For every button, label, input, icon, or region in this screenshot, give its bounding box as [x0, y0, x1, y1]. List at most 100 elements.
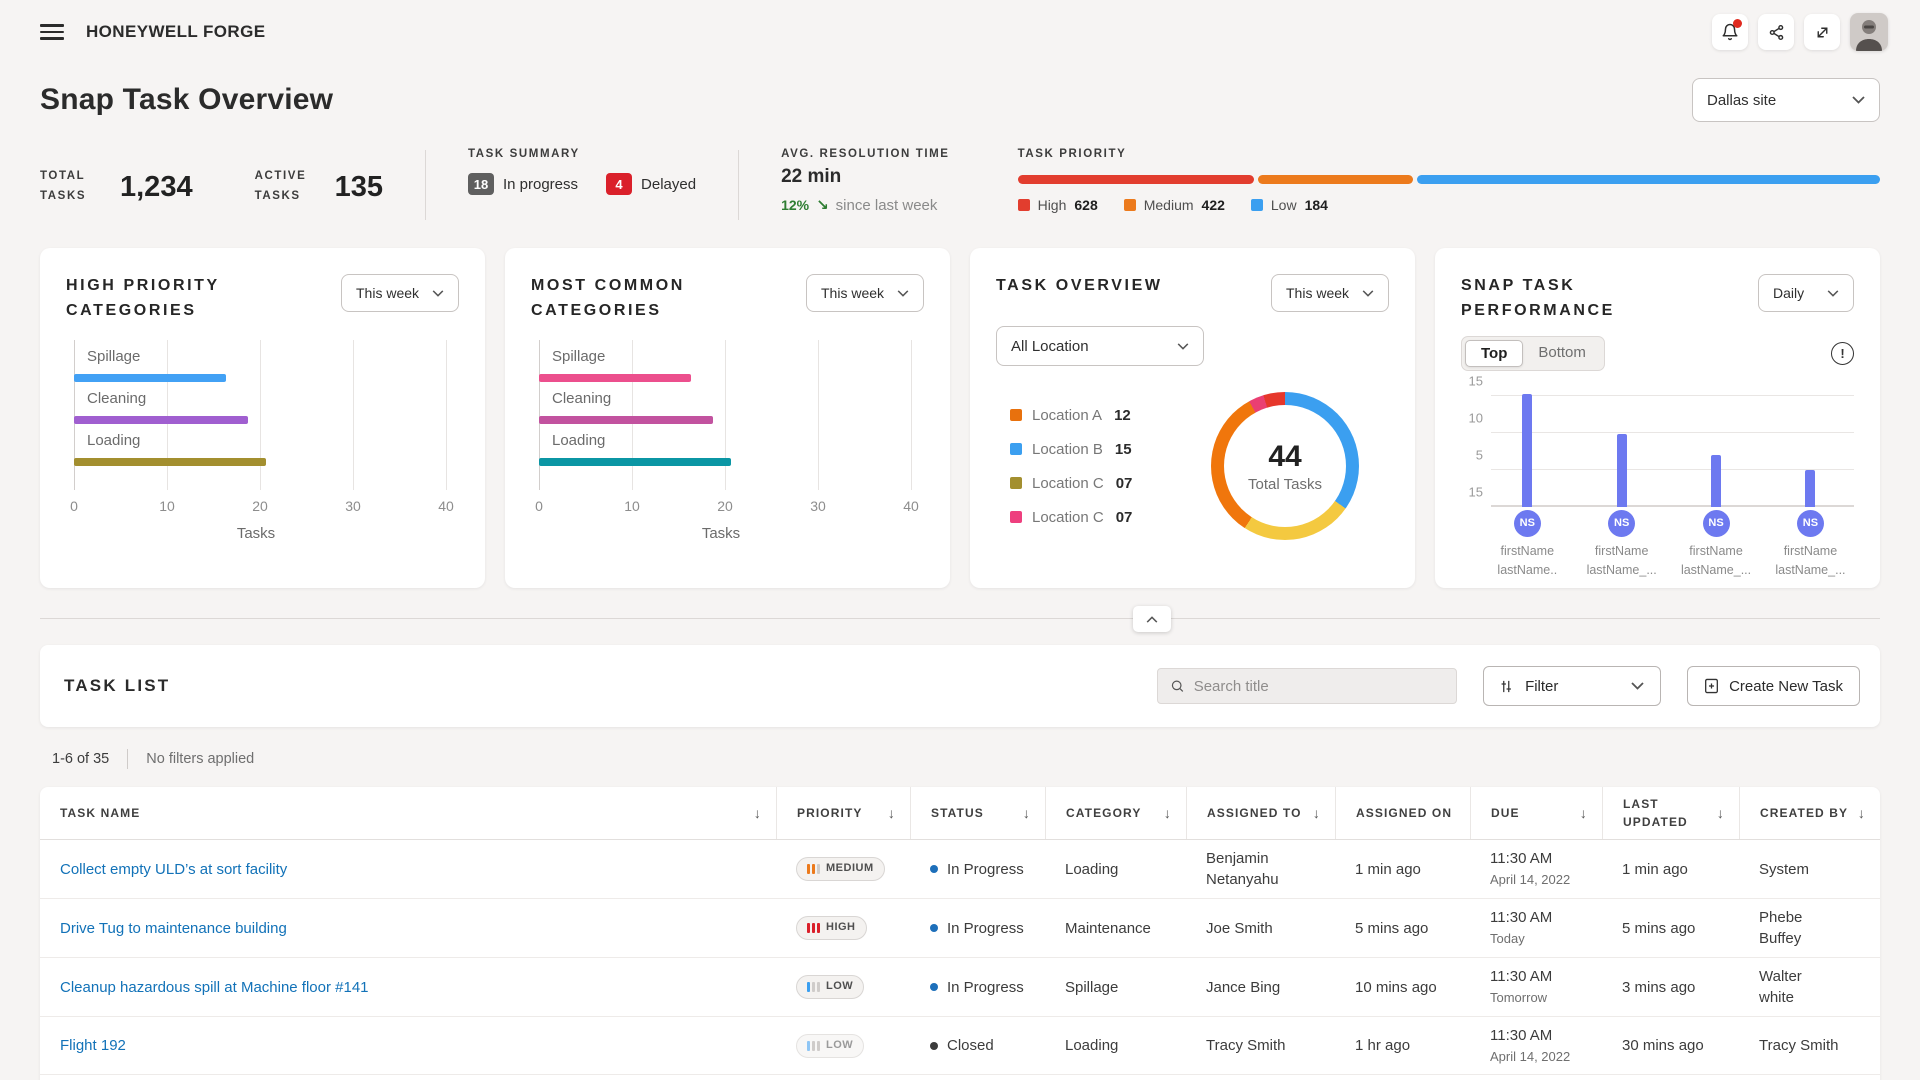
- category-cell: Maintenance: [1045, 910, 1186, 947]
- category-cell: Loading: [1045, 1027, 1186, 1064]
- assigned-to-cell: Tracy Smith: [1186, 1027, 1335, 1064]
- bar-label: Spillage: [539, 348, 911, 365]
- location-selector[interactable]: All Location: [996, 326, 1204, 366]
- notifications-button[interactable]: [1712, 14, 1748, 50]
- delta-value: 12%: [781, 197, 809, 213]
- task-link[interactable]: Drive Tug to maintenance building: [60, 920, 287, 937]
- donut-caption: Total Tasks: [1248, 476, 1322, 493]
- search-box[interactable]: [1157, 668, 1457, 704]
- task-priority-label: TASK PRIORITY: [1018, 148, 1880, 160]
- section-divider: [40, 618, 1880, 619]
- create-new-task-button[interactable]: Create New Task: [1687, 666, 1860, 706]
- bar-label: Cleaning: [539, 390, 911, 407]
- assigned-on-cell: 1 hr ago: [1335, 1027, 1470, 1064]
- x-axis-label: Tasks: [531, 525, 911, 542]
- collapse-button[interactable]: [1133, 606, 1171, 632]
- table-row: Collect empty ULD’s at sort facility MED…: [40, 840, 1880, 899]
- toggle-top[interactable]: Top: [1465, 340, 1523, 367]
- result-count: 1-6 of 35: [52, 751, 109, 767]
- col-task-name: TASK NAME↓: [40, 787, 776, 839]
- legend-item: Location C07: [1010, 509, 1132, 526]
- bar-loading: [74, 458, 266, 466]
- sort-icon[interactable]: ↓: [888, 803, 896, 824]
- high-swatch: [1018, 199, 1030, 211]
- performance-chart: 15 10 5 15: [1491, 389, 1854, 507]
- sort-icon[interactable]: ↓: [1858, 803, 1866, 824]
- period-selector[interactable]: This week: [806, 274, 924, 312]
- legend-value: 184: [1305, 197, 1328, 213]
- avatar-badge: NS: [1797, 510, 1824, 537]
- share-button[interactable]: [1758, 14, 1794, 50]
- period-selector[interactable]: This week: [1271, 274, 1389, 312]
- sort-icon[interactable]: ↓: [1023, 803, 1031, 824]
- col-assigned-on: ASSIGNED ON: [1335, 787, 1470, 839]
- status-dot: [930, 983, 938, 991]
- avatar-badge: NS: [1703, 510, 1730, 537]
- chevron-up-icon: [1146, 616, 1158, 623]
- divider: [738, 150, 739, 220]
- period-selector[interactable]: Daily: [1758, 274, 1854, 312]
- sort-icon[interactable]: ↓: [1164, 803, 1172, 824]
- y-tick: 5: [1461, 447, 1483, 462]
- status-cell: Closed: [930, 1035, 1035, 1056]
- user-avatar[interactable]: [1850, 13, 1888, 51]
- card-title: TASK OVERVIEW: [996, 274, 1163, 299]
- stats-row: TOTAL TASKS 1,234 ACTIVE TASKS 135 TASK …: [0, 122, 1920, 226]
- period-selector[interactable]: This week: [341, 274, 459, 312]
- filter-sliders-icon: [1500, 679, 1515, 694]
- filter-button[interactable]: Filter: [1483, 666, 1661, 706]
- status-cell: In Progress: [930, 918, 1035, 939]
- table-row: Cleanup hazardous spill at Machine floor…: [40, 958, 1880, 1017]
- search-icon: [1170, 678, 1185, 694]
- created-by-cell: Walter white: [1739, 958, 1880, 1016]
- task-list-header: TASK LIST Filter Create New Task: [40, 645, 1880, 727]
- chevron-down-icon: [1362, 290, 1374, 297]
- search-input[interactable]: [1194, 678, 1444, 695]
- chevron-down-icon: [1177, 343, 1189, 350]
- delta-note: since last week: [836, 197, 938, 214]
- bar-spillage: [539, 374, 691, 382]
- site-selector[interactable]: Dallas site: [1692, 78, 1880, 122]
- perf-bar: [1522, 394, 1532, 507]
- task-link[interactable]: Collect empty ULD’s at sort facility: [60, 861, 287, 878]
- toggle-bottom[interactable]: Bottom: [1523, 340, 1601, 367]
- priority-bars-icon: [807, 982, 820, 992]
- bar-cleaning: [539, 416, 713, 424]
- donut-center: 44 Total Tasks: [1224, 405, 1346, 527]
- legend-item: Location B15: [1010, 441, 1132, 458]
- person-name: firstNamelastName_...: [1775, 542, 1845, 581]
- sort-icon[interactable]: ↓: [1717, 803, 1725, 824]
- col-created-by: CREATED BY↓: [1739, 787, 1880, 839]
- person-name: firstNamelastName_...: [1681, 542, 1751, 581]
- menu-icon[interactable]: [40, 24, 64, 40]
- donut-ring: 44 Total Tasks: [1211, 392, 1359, 540]
- sort-icon[interactable]: ↓: [754, 803, 762, 824]
- legend-item-medium: Medium 422: [1124, 197, 1225, 213]
- info-icon[interactable]: !: [1831, 342, 1854, 365]
- task-link[interactable]: Cleanup hazardous spill at Machine floor…: [60, 979, 369, 996]
- card-title: MOST COMMON CATEGORIES: [531, 274, 706, 324]
- bar-spillage: [74, 374, 226, 382]
- delayed-count-badge: 4: [606, 173, 632, 195]
- legend-item: Location A12: [1010, 407, 1132, 424]
- due-cell: 11:30 AMToday: [1470, 899, 1602, 956]
- legend-item-high: High 628: [1018, 197, 1098, 213]
- page-title: Snap Task Overview: [40, 83, 333, 117]
- last-updated-cell: 3 mins ago: [1602, 969, 1739, 1006]
- active-tasks-stat: ACTIVE TASKS 135: [255, 148, 383, 226]
- avg-resolution-value: 22 min: [781, 166, 950, 188]
- sort-icon[interactable]: ↓: [1580, 803, 1588, 824]
- fullscreen-button[interactable]: [1804, 14, 1840, 50]
- priority-legend: High 628 Medium 422 Low 184: [1018, 197, 1880, 213]
- expand-icon: [1814, 24, 1831, 41]
- task-link[interactable]: Flight 192: [60, 1037, 126, 1054]
- bar-label: Loading: [539, 432, 911, 449]
- col-status: STATUS↓: [910, 787, 1045, 839]
- card-title: HIGH PRIORITY CATEGORIES: [66, 274, 241, 324]
- brand-logo: HONEYWELL FORGE: [86, 22, 265, 42]
- task-list-title: TASK LIST: [64, 676, 170, 696]
- category-cell: Loading: [1045, 851, 1186, 888]
- sort-icon[interactable]: ↓: [1313, 803, 1321, 824]
- col-category: CATEGORY↓: [1045, 787, 1186, 839]
- col-last-updated: LAST UPDATED↓: [1602, 787, 1739, 839]
